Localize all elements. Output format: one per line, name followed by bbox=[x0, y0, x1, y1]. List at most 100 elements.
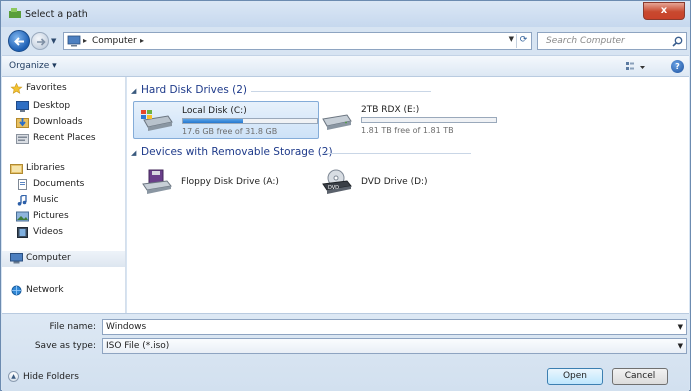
search-input[interactable]: Search Computer bbox=[537, 32, 687, 50]
nav-network-label: Network bbox=[26, 285, 64, 295]
file-name-value: Windows bbox=[106, 322, 147, 332]
nav-desktop-label: Desktop bbox=[33, 101, 71, 111]
nav-documents[interactable]: Documents bbox=[2, 178, 125, 192]
breadcrumb-separator[interactable]: ▸ bbox=[140, 36, 144, 45]
save-type-value: ISO File (*.iso) bbox=[106, 341, 170, 351]
nav-videos[interactable]: Videos bbox=[2, 226, 125, 240]
file-name-label: File name: bbox=[49, 322, 96, 332]
file-name-field[interactable]: Windows ▼ bbox=[102, 319, 687, 335]
group-header-hard-disk[interactable]: ◢ Hard Disk Drives (2) bbox=[131, 84, 431, 98]
drive-name: Local Disk (C:) bbox=[182, 106, 247, 116]
desktop-icon bbox=[16, 101, 29, 112]
drive-usage-fill bbox=[183, 119, 244, 123]
breadcrumb-separator[interactable]: ▸ bbox=[83, 36, 87, 45]
forward-arrow-icon bbox=[37, 38, 46, 46]
select-path-dialog: Select a path x ▼ ▸ Computer ▸ ▼ ⟳ Searc… bbox=[0, 0, 691, 391]
title-bar[interactable]: Select a path x bbox=[1, 1, 690, 27]
network-icon bbox=[11, 285, 22, 296]
group-title: Hard Disk Drives (2) bbox=[141, 84, 248, 96]
nav-computer[interactable]: Computer bbox=[2, 251, 125, 267]
save-type-dropdown-icon[interactable]: ▼ bbox=[678, 342, 683, 350]
collapse-arrow-icon[interactable]: ◢ bbox=[131, 87, 136, 95]
save-type-select[interactable]: ISO File (*.iso) ▼ bbox=[102, 338, 687, 354]
navigation-row: ▼ ▸ Computer ▸ ▼ ⟳ Search Computer bbox=[1, 27, 690, 55]
hide-folders-label: Hide Folders bbox=[23, 372, 79, 382]
organize-menu[interactable]: Organize ▾ bbox=[9, 61, 57, 71]
drive-name: 2TB RDX (E:) bbox=[361, 105, 420, 115]
hard-drive-icon bbox=[322, 114, 352, 130]
floppy-drive-icon bbox=[142, 169, 172, 194]
videos-icon bbox=[17, 227, 28, 238]
collapse-arrow-icon[interactable]: ◢ bbox=[131, 149, 136, 157]
group-divider bbox=[323, 153, 471, 154]
window-title: Select a path bbox=[25, 9, 88, 20]
back-arrow-icon bbox=[14, 37, 24, 46]
navigation-pane: Favorites Desktop Downloads Recent Place… bbox=[2, 77, 126, 313]
collapse-up-icon: ▲ bbox=[8, 371, 19, 382]
drive-floppy-a[interactable]: Floppy Disk Drive (A:) bbox=[133, 163, 319, 201]
computer-icon bbox=[10, 253, 23, 264]
content-pane: ◢ Hard Disk Drives (2) Local Disk (C:) 1… bbox=[127, 77, 689, 313]
nav-music-label: Music bbox=[33, 195, 59, 205]
dvd-drive-icon: DVD bbox=[322, 169, 352, 194]
view-options-icon bbox=[626, 62, 645, 70]
back-button[interactable] bbox=[8, 30, 30, 52]
search-placeholder: Search Computer bbox=[546, 36, 625, 46]
drive-usage-bar bbox=[182, 118, 318, 124]
save-type-label: Save as type: bbox=[34, 341, 96, 351]
drive-free-space: 1.81 TB free of 1.81 TB bbox=[361, 126, 454, 135]
drive-local-disk-c[interactable]: Local Disk (C:) 17.6 GB free of 31.8 GB bbox=[133, 101, 319, 139]
search-icon[interactable] bbox=[672, 36, 683, 47]
nav-documents-label: Documents bbox=[33, 179, 85, 189]
group-header-removable[interactable]: ◢ Devices with Removable Storage (2) bbox=[131, 146, 471, 160]
downloads-icon bbox=[16, 118, 29, 128]
nav-pictures-label: Pictures bbox=[33, 211, 69, 221]
cancel-button[interactable]: Cancel bbox=[612, 368, 668, 385]
nav-computer-label: Computer bbox=[26, 253, 71, 263]
music-icon bbox=[17, 195, 27, 206]
nav-downloads-label: Downloads bbox=[33, 117, 83, 127]
nav-network[interactable]: Network bbox=[2, 284, 125, 298]
pictures-icon bbox=[16, 211, 29, 222]
drive-name: DVD Drive (D:) bbox=[361, 177, 428, 187]
nav-pictures[interactable]: Pictures bbox=[2, 210, 125, 224]
file-name-dropdown-icon[interactable]: ▼ bbox=[678, 323, 683, 331]
drive-name: Floppy Disk Drive (A:) bbox=[181, 177, 279, 187]
nav-libraries-label: Libraries bbox=[26, 163, 65, 173]
recent-pages-dropdown-icon[interactable]: ▼ bbox=[51, 37, 56, 45]
star-icon bbox=[10, 83, 23, 94]
recent-places-icon bbox=[16, 134, 29, 144]
nav-libraries[interactable]: Libraries bbox=[2, 162, 125, 176]
drive-usage-bar bbox=[361, 117, 497, 123]
nav-favorites-label: Favorites bbox=[26, 83, 67, 93]
help-icon[interactable]: ? bbox=[671, 60, 684, 73]
nav-music[interactable]: Music bbox=[2, 194, 125, 208]
open-button[interactable]: Open bbox=[547, 368, 603, 385]
libraries-icon bbox=[10, 164, 23, 174]
nav-recent-places-label: Recent Places bbox=[33, 133, 96, 143]
computer-icon bbox=[67, 35, 81, 47]
close-button[interactable]: x bbox=[643, 2, 685, 20]
app-icon bbox=[9, 8, 21, 18]
nav-desktop[interactable]: Desktop bbox=[2, 100, 125, 114]
command-bar: Organize ▾ ? bbox=[2, 55, 689, 77]
nav-favorites[interactable]: Favorites bbox=[2, 82, 125, 96]
windows-drive-icon bbox=[141, 110, 173, 131]
drive-free-space: 17.6 GB free of 31.8 GB bbox=[182, 127, 278, 136]
save-options-panel: File name: Windows ▼ Save as type: ISO F… bbox=[2, 313, 689, 391]
svg-text:DVD: DVD bbox=[328, 185, 339, 191]
address-bar[interactable]: ▸ Computer ▸ ▼ ⟳ bbox=[63, 32, 532, 50]
forward-button[interactable] bbox=[31, 32, 49, 50]
refresh-icon[interactable]: ⟳ bbox=[516, 34, 530, 48]
address-dropdown-icon[interactable]: ▼ bbox=[509, 35, 514, 43]
group-divider bbox=[251, 91, 431, 92]
documents-icon bbox=[18, 179, 27, 190]
nav-downloads[interactable]: Downloads bbox=[2, 116, 125, 130]
nav-recent-places[interactable]: Recent Places bbox=[2, 132, 125, 146]
breadcrumb-computer[interactable]: Computer bbox=[92, 36, 137, 46]
drive-2tb-rdx-e[interactable]: 2TB RDX (E:) 1.81 TB free of 1.81 TB bbox=[313, 101, 503, 139]
drive-dvd-d[interactable]: DVD DVD Drive (D:) bbox=[313, 163, 503, 201]
group-title: Devices with Removable Storage (2) bbox=[141, 146, 333, 158]
change-view-button[interactable] bbox=[624, 60, 648, 74]
nav-videos-label: Videos bbox=[33, 227, 63, 237]
